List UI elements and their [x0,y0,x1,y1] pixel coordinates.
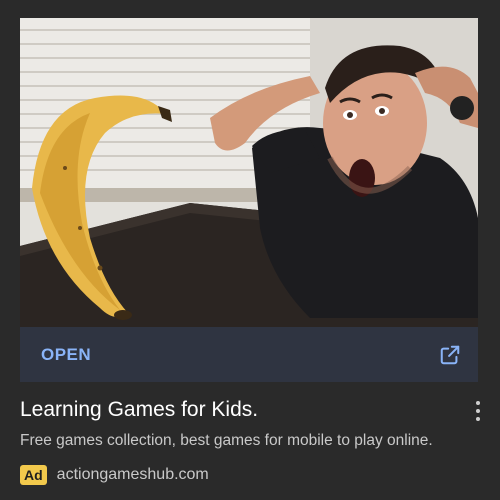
open-button[interactable]: OPEN [41,345,91,365]
external-link-icon[interactable] [438,343,462,367]
open-bar[interactable]: OPEN [20,327,478,382]
more-vertical-icon[interactable] [470,398,486,424]
ad-photo-illustration [20,18,478,327]
ad-title[interactable]: Learning Games for Kids. [20,398,258,422]
ad-badge: Ad [20,465,47,485]
ad-image[interactable] [20,18,478,327]
ad-description: Free games collection, best games for mo… [20,432,433,449]
ad-card[interactable]: OPEN Learning Games for Kids. Free games… [0,0,500,500]
ad-source-row: Ad actiongameshub.com [20,462,209,488]
ad-domain[interactable]: actiongameshub.com [57,466,209,484]
